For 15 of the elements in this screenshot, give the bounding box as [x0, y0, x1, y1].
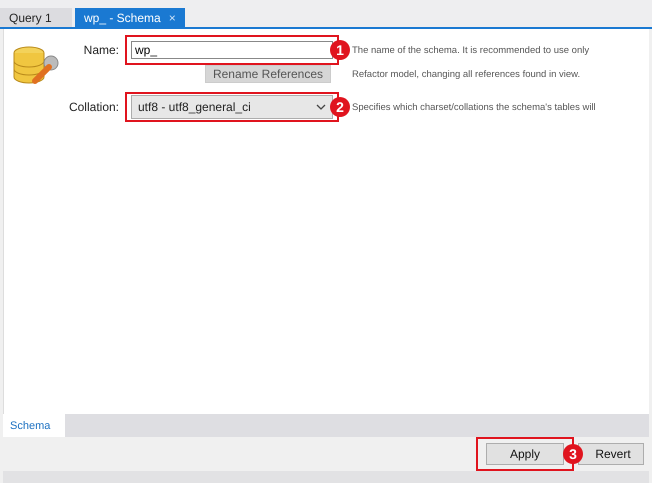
tab[interactable]: Query 1 [0, 8, 72, 27]
step-number-badge: 2 [330, 97, 350, 117]
help-text: The name of the schema. It is recommended to use only [352, 44, 590, 56]
name-input-field[interactable]: wp_ [131, 41, 333, 59]
tab[interactable]: Schema [3, 414, 65, 437]
collation-dropdown[interactable]: utf8 - utf8_general_ci [131, 95, 333, 119]
help-text: Refactor model, changing all references found in view. [352, 68, 580, 80]
field-label: Name: [82, 43, 120, 57]
step-number-badge: 1 [330, 40, 350, 60]
field-label: Collation: [68, 100, 120, 114]
help-text: Specifies which charset/collations the schema's tables will [352, 102, 596, 112]
dialog-button[interactable]: Revert [578, 443, 644, 465]
dialog-button[interactable]: Apply [486, 443, 564, 465]
caret-icon [316, 104, 326, 110]
tab[interactable]: wp_ - Schema × [75, 8, 185, 27]
